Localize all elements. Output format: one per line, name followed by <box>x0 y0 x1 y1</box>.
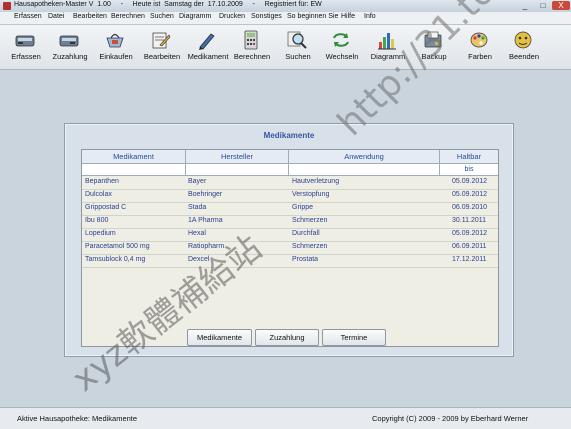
cell-medikament: Tamsublock 0,4 mg <box>85 256 146 263</box>
cell-anwendung: Verstopfung <box>292 191 330 198</box>
cell-hersteller: Dexcel <box>188 256 210 263</box>
toolbar-beenden-button[interactable]: Beenden <box>498 28 550 68</box>
toolbar-label: Diagramm <box>370 52 406 61</box>
exchange-icon <box>333 33 349 47</box>
filter-anwendung[interactable] <box>289 164 440 176</box>
table-row[interactable]: Tamsublock 0,4 mg Dexcel Prostata 17.12.… <box>82 255 498 268</box>
zuzahlung-button[interactable]: Zuzahlung <box>255 329 319 346</box>
toolbar-label: Berechnen <box>233 52 271 61</box>
cell-hersteller: 1A Pharma <box>188 217 223 224</box>
active-pharmacy-status: Aktive Hausapotheke: Medikamente <box>17 414 138 423</box>
cell-haltbar: 06.09.2010 <box>452 204 488 211</box>
menu-hilfe[interactable]: Hilfe <box>341 13 355 20</box>
toolbar-zuzahlung-button[interactable]: Zuzahlung <box>44 28 96 68</box>
toolbar-wechseln-button[interactable]: Wechseln <box>316 28 368 68</box>
column-header-anwendung[interactable]: Anwendung <box>289 150 440 164</box>
filter-haltbar[interactable]: bis <box>440 164 498 176</box>
menu-bar: Erfassen Datei Bearbeiten Berechnen Such… <box>0 12 571 25</box>
cell-hersteller: Boehringer <box>188 191 223 198</box>
basket-icon <box>106 33 124 48</box>
toolbar-bearbeiten-button[interactable]: Bearbeiten <box>136 28 188 68</box>
cell-medikament: Paracetamol 500 mg <box>85 243 150 250</box>
cell-anwendung: Schmerzen <box>292 217 328 224</box>
status-bar: Aktive Hausapotheke: Medikamente Copyrig… <box>0 407 571 429</box>
cell-haltbar: 30.11.2011 <box>452 217 486 224</box>
medication-table: Medikament Hersteller Anwendung Haltbar … <box>81 149 499 347</box>
cell-haltbar: 05.09.2012 <box>452 230 488 237</box>
cell-medikament: Lopedium <box>85 230 116 237</box>
menu-sonstiges[interactable]: Sonstiges <box>251 13 282 20</box>
cell-medikament: Ibu 800 <box>85 217 109 224</box>
panel-title: Medikamente <box>263 131 315 140</box>
toolbar-label: Einkaufen <box>99 52 133 61</box>
medikamente-button[interactable]: Medikamente <box>187 329 252 346</box>
table-row[interactable]: Paracetamol 500 mg Ratiopharm Schmerzen … <box>82 242 498 255</box>
table-row[interactable]: Ibu 800 1A Pharma Schmerzen 30.11.2011 <box>82 216 498 229</box>
close-button[interactable]: X <box>552 1 570 10</box>
cell-anwendung: Hautverletzung <box>292 178 340 185</box>
scanner-icon <box>15 35 35 47</box>
toolbar-label: Wechseln <box>325 52 359 61</box>
toolbar-einkaufen-button[interactable]: Einkaufen <box>90 28 142 68</box>
cell-haltbar: 17.12.2011 <box>452 256 487 263</box>
cell-hersteller: Stada <box>188 204 207 211</box>
medikamente-panel: Medikamente Medikament Hersteller Anwend… <box>64 123 514 357</box>
pencil-paper-icon <box>152 32 171 49</box>
column-header-haltbar[interactable]: Haltbar <box>440 150 498 164</box>
cell-hersteller: Ratiopharm <box>188 243 225 250</box>
cell-haltbar: 05.09.2012 <box>452 191 488 198</box>
toolbar-berechnen-button[interactable]: Berechnen <box>226 28 278 68</box>
filter-hersteller[interactable] <box>186 164 289 176</box>
table-row[interactable]: Lopedium Hexal Durchfall 05.09.2012 <box>82 229 498 242</box>
exit-icon <box>514 31 532 49</box>
menu-datei[interactable]: Datei <box>48 13 64 20</box>
pen-icon <box>199 33 215 50</box>
cell-anwendung: Prostata <box>292 256 319 263</box>
toolbar-label: Beenden <box>508 52 540 61</box>
cell-haltbar: 06.09.2011 <box>452 243 487 250</box>
palette-icon <box>470 32 488 48</box>
toolbar-diagramm-button[interactable]: Diagramm <box>362 28 414 68</box>
termine-button[interactable]: Termine <box>322 329 386 346</box>
table-row[interactable]: Grippostad C Stada Grippe 06.09.2010 <box>82 203 498 216</box>
toolbar-label: Backup <box>421 52 447 61</box>
bar-chart-icon <box>378 33 396 50</box>
backup-icon <box>424 31 442 48</box>
toolbar: Erfassen Zuzahlung Einkaufen Bearbeiten … <box>0 25 571 70</box>
menu-diagramm[interactable]: Diagramm <box>179 13 211 20</box>
cell-medikament: Dulcolax <box>85 191 112 198</box>
minimize-button[interactable]: _ <box>517 1 533 10</box>
menu-drucken[interactable]: Drucken <box>219 13 245 20</box>
menu-so-beginnen-sie[interactable]: So beginnen Sie <box>287 13 338 20</box>
column-header-medikament[interactable]: Medikament <box>82 150 186 164</box>
cell-anwendung: Schmerzen <box>292 243 328 250</box>
magnifier-icon <box>287 31 307 49</box>
menu-bearbeiten[interactable]: Bearbeiten <box>73 13 107 20</box>
menu-erfassen[interactable]: Erfassen <box>14 13 42 20</box>
window-title: Hausapotheken-Master V 1.00 - Heute ist … <box>14 1 322 8</box>
toolbar-backup-button[interactable]: Backup <box>408 28 460 68</box>
toolbar-label: Zuzahlung <box>52 52 88 61</box>
cell-medikament: Bepanthen <box>85 178 119 185</box>
cell-anwendung: Durchfall <box>292 230 320 237</box>
menu-suchen[interactable]: Suchen <box>150 13 174 20</box>
toolbar-label: Bearbeiten <box>143 52 181 61</box>
cell-anwendung: Grippe <box>292 204 314 211</box>
app-icon <box>3 2 11 10</box>
menu-info[interactable]: Info <box>364 13 376 20</box>
cell-haltbar: 05.09.2012 <box>452 178 488 185</box>
table-row[interactable]: Dulcolax Boehringer Verstopfung 05.09.20… <box>82 190 498 203</box>
column-header-hersteller[interactable]: Hersteller <box>186 150 289 164</box>
cell-hersteller: Bayer <box>188 178 207 185</box>
table-row[interactable]: Bepanthen Bayer Hautverletzung 05.09.201… <box>82 177 498 190</box>
filter-medikament[interactable] <box>82 164 186 176</box>
menu-berechnen[interactable]: Berechnen <box>111 13 145 20</box>
maximize-button[interactable]: □ <box>535 1 551 10</box>
copyright-text: Copyright (C) 2009 - 2009 by Eberhard We… <box>372 414 529 423</box>
scanner-icon <box>59 35 79 47</box>
calculator-icon <box>244 30 258 50</box>
cell-medikament: Grippostad C <box>85 204 127 211</box>
cell-hersteller: Hexal <box>188 230 206 237</box>
